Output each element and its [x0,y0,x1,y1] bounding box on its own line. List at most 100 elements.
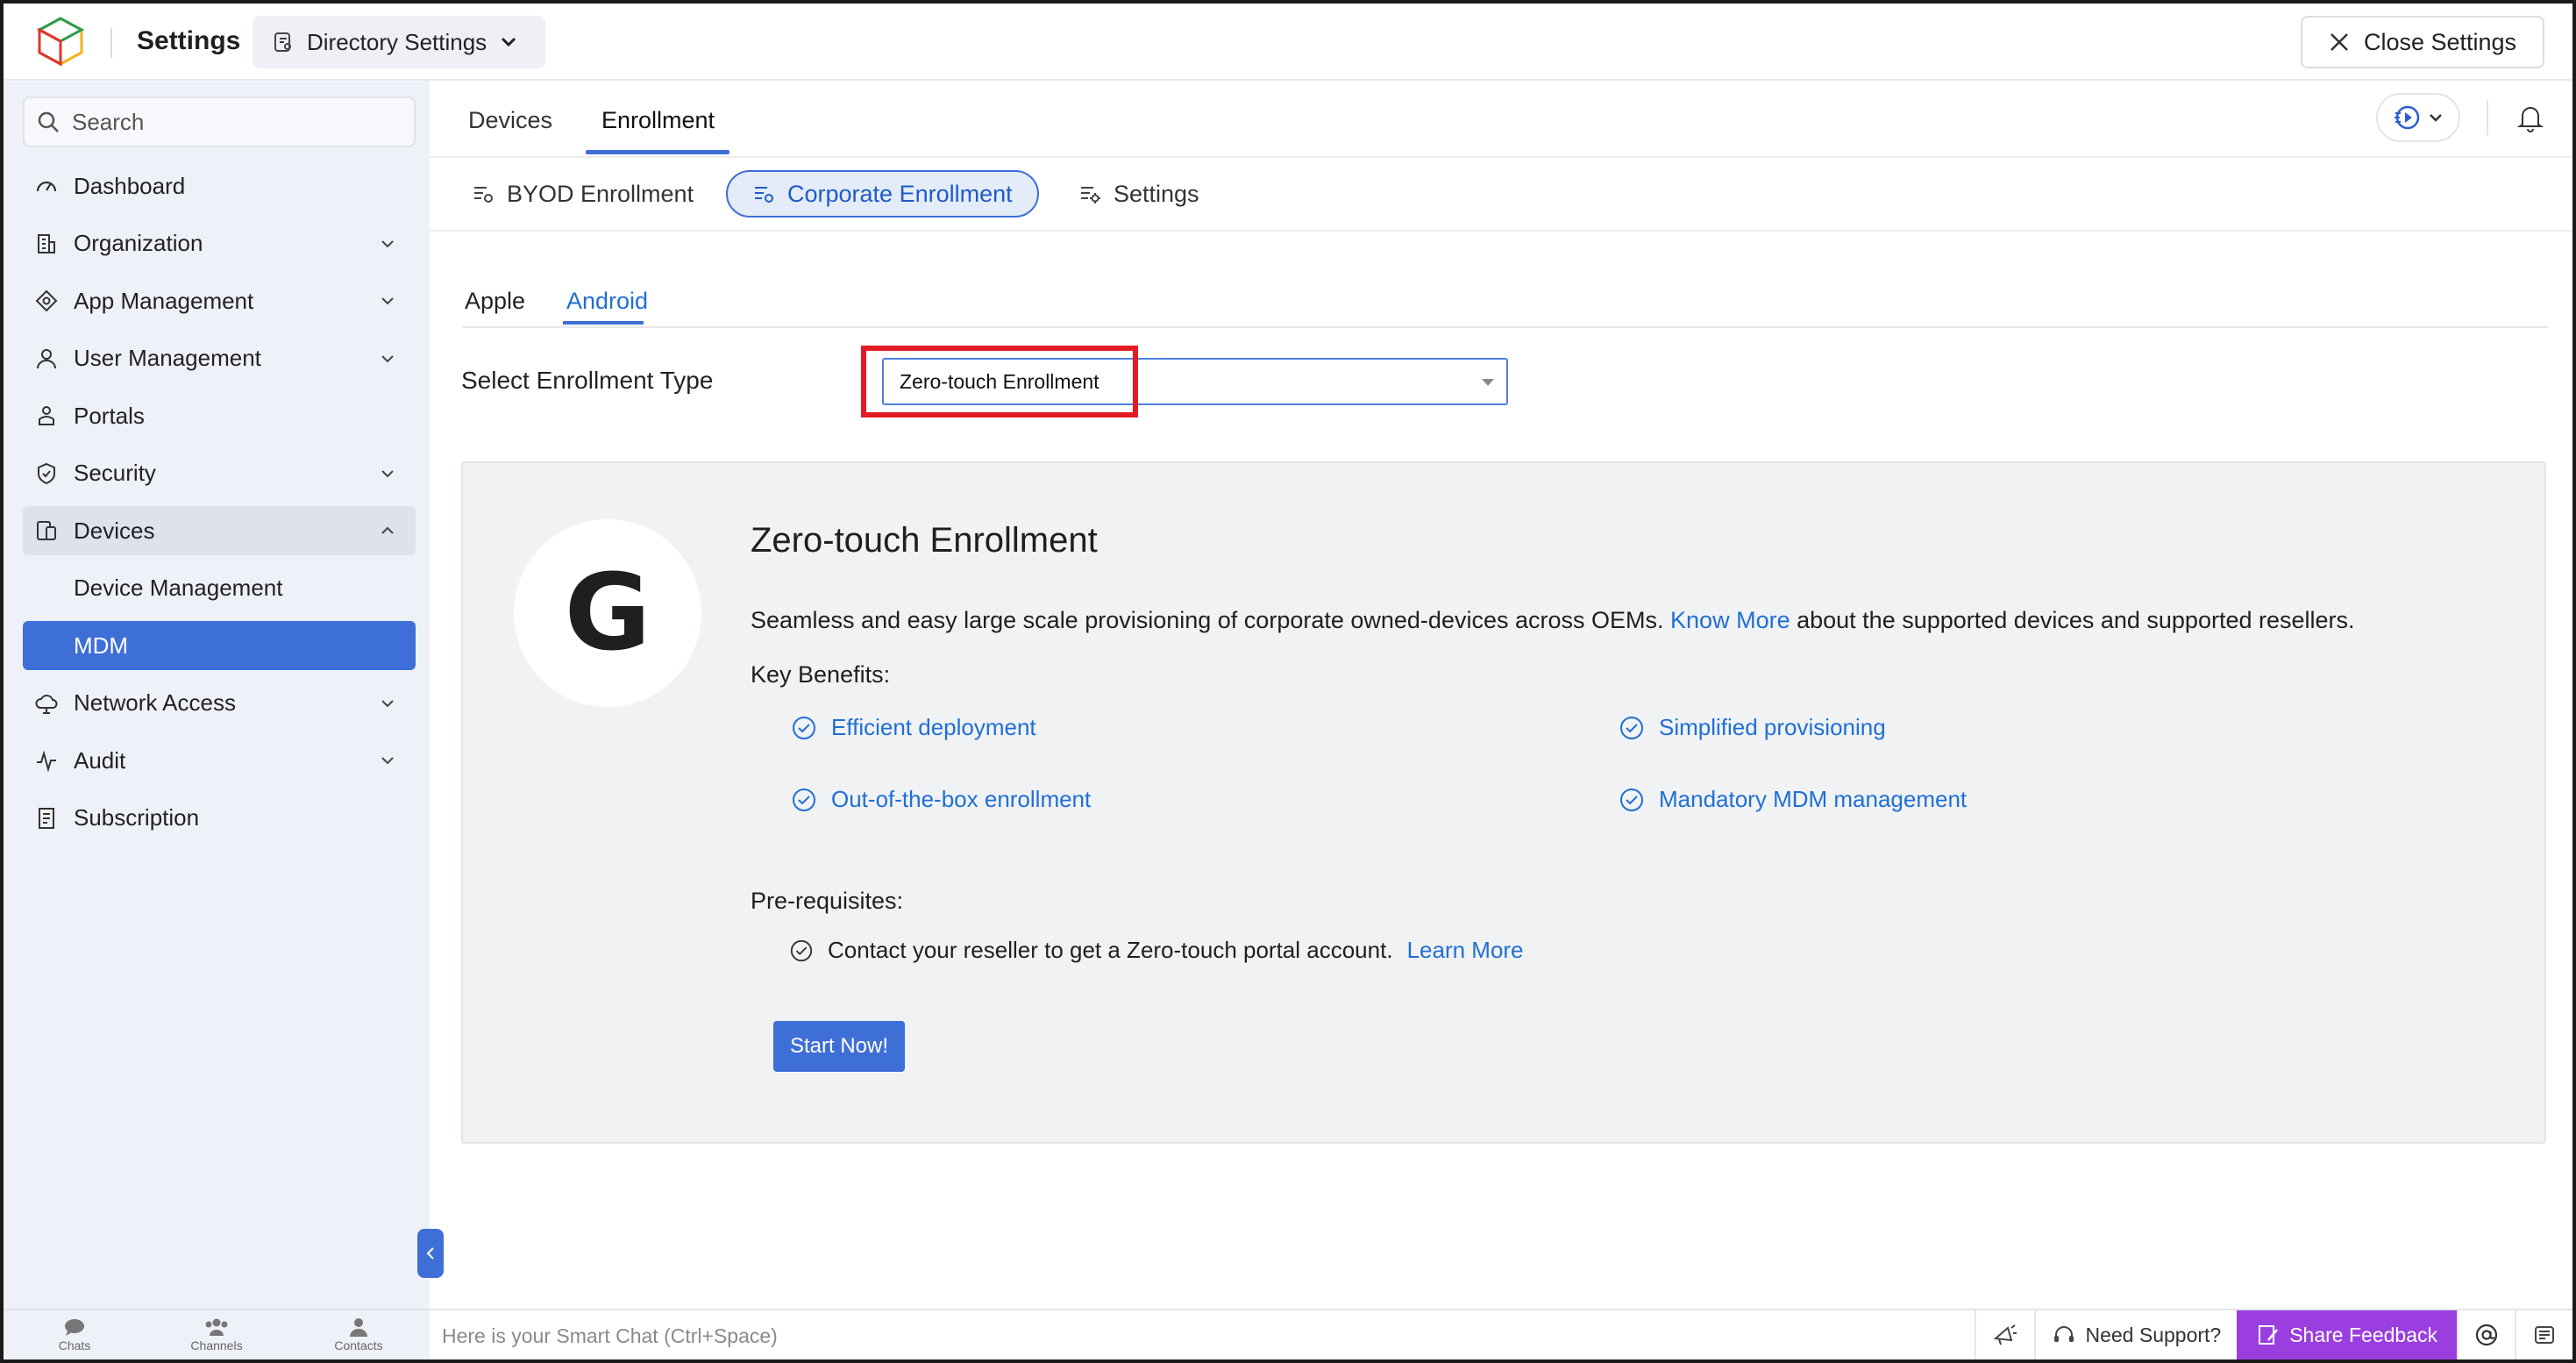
know-more-link[interactable]: Know More [1670,607,1790,633]
announcements-button[interactable] [1975,1310,2034,1359]
chevron-down-icon [502,37,516,47]
top-bar: Settings Directory Settings Close Settin… [4,4,2572,81]
dashboard-icon [36,181,57,192]
directory-settings-dropdown[interactable]: Directory Settings [253,16,545,68]
sidebar-nav: Dashboard Organization App Management Us… [23,161,416,851]
sidebar-item-dashboard[interactable]: Dashboard [23,161,416,211]
chats-button[interactable]: Chats [4,1310,146,1359]
list-settings-icon [755,187,773,203]
tab-label: Corporate Enrollment [787,180,1013,207]
top-tabs: Devices Enrollment [430,81,2572,158]
benefit-item: Out-of-the-box enrollment [791,786,1091,813]
notification-bell-icon[interactable] [2515,102,2546,133]
app-logo-icon [36,17,85,67]
organization-icon [38,233,55,253]
check-circle-icon [1620,716,1643,739]
check-circle-icon [793,716,815,739]
sidebar-item-label: Dashboard [74,172,186,199]
mentions-button[interactable] [2457,1310,2515,1359]
benefit-item: Mandatory MDM management [1619,786,1967,813]
panel-title: Zero-touch Enrollment [751,521,1098,560]
receipt-icon [39,807,54,829]
sidebar-item-label: Subscription [74,804,200,831]
sidebar-item-label: App Management [74,287,254,314]
tab-corporate-enrollment[interactable]: Corporate Enrollment [726,170,1039,218]
need-support-button[interactable]: Need Support? [2034,1310,2237,1359]
chevron-up-icon [381,526,394,534]
tab-devices[interactable]: Devices [468,107,552,134]
sidebar-item-security[interactable]: Security [23,449,416,498]
sidebar-item-organization[interactable]: Organization [23,219,416,268]
benefit-label: Simplified provisioning [1659,714,1886,740]
sidebar-item-user-management[interactable]: User Management [23,334,416,383]
platform-tabs: Apple Android [463,282,2548,328]
sidebar-item-label: Portals [74,402,145,429]
app-window: Settings Directory Settings Close Settin… [0,0,2576,1363]
user-icon [37,348,56,368]
description-text-after: about the supported devices and supporte… [1797,607,2355,633]
bottom-right-tools: Need Support? Share Feedback [1975,1310,2572,1359]
page-title: Settings [137,26,241,55]
google-logo-icon: G [514,519,701,707]
portal-icon [39,406,54,425]
check-circle-icon [1620,788,1643,811]
tab-enrollment[interactable]: Enrollment [601,107,715,134]
sidebar-item-devices[interactable]: Devices [23,506,416,555]
directory-icon [274,32,291,52]
tab-byod-enrollment[interactable]: BYOD Enrollment [447,170,718,218]
sidebar-item-subscription[interactable]: Subscription [23,794,416,843]
smart-chat-input[interactable]: Here is your Smart Chat (Ctrl+Space) [442,1324,778,1348]
check-circle-icon [790,939,813,961]
title-divider [110,28,112,58]
tab-settings[interactable]: Settings [1054,170,1224,218]
prerequisite-text: Contact your reseller to get a Zero-touc… [828,937,1393,963]
sidebar-item-network-access[interactable]: Network Access [23,679,416,728]
need-support-label: Need Support? [2085,1323,2222,1346]
sidebar-item-mdm[interactable]: MDM [23,621,416,670]
sidebar-item-app-management[interactable]: App Management [23,276,416,325]
chevron-down-icon [381,297,394,305]
channels-icon [205,1318,228,1336]
close-settings-button[interactable]: Close Settings [2301,16,2544,68]
tab-label: Settings [1114,180,1199,207]
sidebar-item-label: MDM [74,632,129,659]
contacts-button[interactable]: Contacts [288,1310,430,1359]
channels-button[interactable]: Channels [146,1310,288,1359]
sidebar-item-label: Security [74,460,156,486]
search-icon [38,111,59,132]
notes-button[interactable] [2515,1310,2572,1359]
sidebar-item-label: Device Management [74,574,283,601]
benefit-label: Mandatory MDM management [1659,786,1968,812]
bottom-nav: Chats Channels Contacts [4,1310,430,1359]
sidebar-item-device-management[interactable]: Device Management [23,564,416,613]
chevron-down-icon [381,354,394,362]
tab-label: BYOD Enrollment [507,180,694,207]
sidebar-item-portals[interactable]: Portals [23,391,416,440]
sidebar-item-label: Organization [74,230,203,256]
close-settings-label: Close Settings [2363,28,2517,55]
start-now-button[interactable]: Start Now! [773,1021,905,1072]
close-icon [2330,33,2348,51]
chevron-down-icon [381,699,394,707]
learn-more-link[interactable]: Learn More [1407,937,1524,964]
sidebar-item-label: Network Access [74,689,236,716]
share-feedback-button[interactable]: Share Feedback [2237,1310,2457,1359]
bottom-bar: Chats Channels Contacts Here is your Sma… [4,1309,2572,1359]
at-sign-icon [2475,1324,2498,1346]
tab-android[interactable]: Android [566,288,648,315]
prerequisites-heading: Pre-requisites: [751,888,904,914]
channels-label: Channels [190,1338,243,1352]
cloud-icon [35,694,58,714]
playback-menu-button[interactable] [2376,93,2460,142]
sidebar: Search Dashboard Organization App Manage… [4,81,430,1314]
tab-apple[interactable]: Apple [465,288,525,315]
search-input[interactable]: Search [23,96,416,147]
contacts-label: Contacts [334,1338,383,1352]
chat-icon [65,1319,84,1336]
active-platform-indicator [563,321,644,325]
benefit-label: Out-of-the-box enrollment [831,786,1092,812]
sidebar-collapse-button[interactable] [417,1229,444,1278]
chevron-down-icon [381,239,394,247]
highlight-annotation-box [861,346,1138,417]
sidebar-item-audit[interactable]: Audit [23,736,416,785]
